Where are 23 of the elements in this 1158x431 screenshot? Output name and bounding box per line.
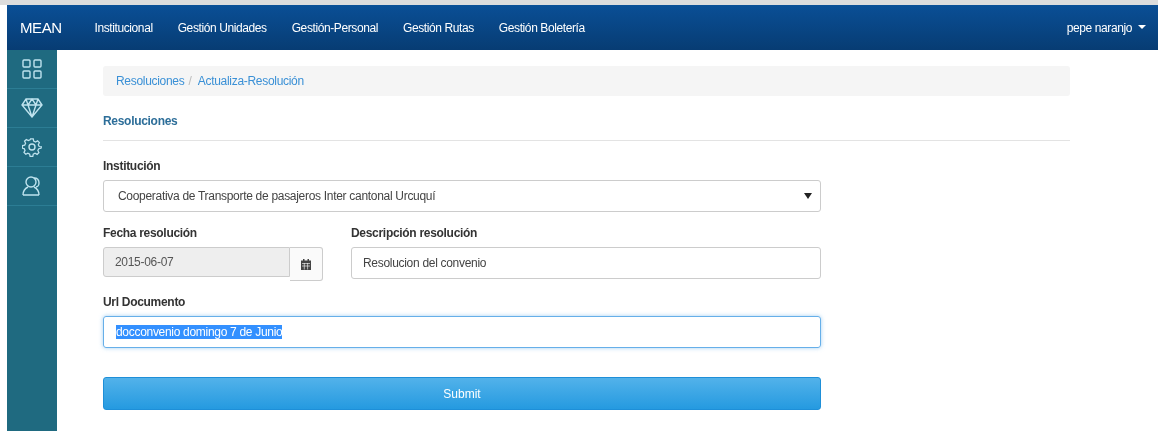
nav-link[interactable]: Gestión-Personal (279, 20, 391, 35)
nav-link[interactable]: Gestión Rutas (390, 20, 487, 35)
field-label: Institución (103, 159, 162, 173)
nav-link[interactable]: Institucional (82, 20, 166, 35)
section-title: Resoluciones (103, 114, 179, 128)
settings-icon[interactable] (22, 137, 42, 157)
institution-select[interactable]: Cooperativa de Transporte de pasajeros Inter cantonal Urcuquí (103, 180, 821, 212)
caret-icon (1138, 25, 1146, 30)
calendar-icon (301, 258, 311, 270)
calendar-button[interactable] (290, 247, 323, 281)
field-label: Url Documento (103, 295, 187, 309)
dropdown-arrow-icon (804, 193, 812, 199)
user-menu[interactable]: pepe naranjo (1066, 20, 1158, 35)
grid-icon[interactable] (22, 59, 42, 79)
user-icon[interactable] (22, 176, 42, 196)
diamond-icon[interactable] (21, 98, 43, 118)
nav-link[interactable]: Gestión Boletería (486, 20, 598, 35)
field-label: Descripción resolución (351, 226, 479, 240)
nav-link[interactable]: Gestión Unidades (165, 20, 280, 35)
brand-link[interactable]: MEAN (7, 19, 82, 36)
description-field[interactable]: Resolucion del convenio (351, 247, 821, 279)
field-label: Fecha resolución (103, 226, 198, 240)
breadcrumb-separator: / (188, 74, 192, 88)
